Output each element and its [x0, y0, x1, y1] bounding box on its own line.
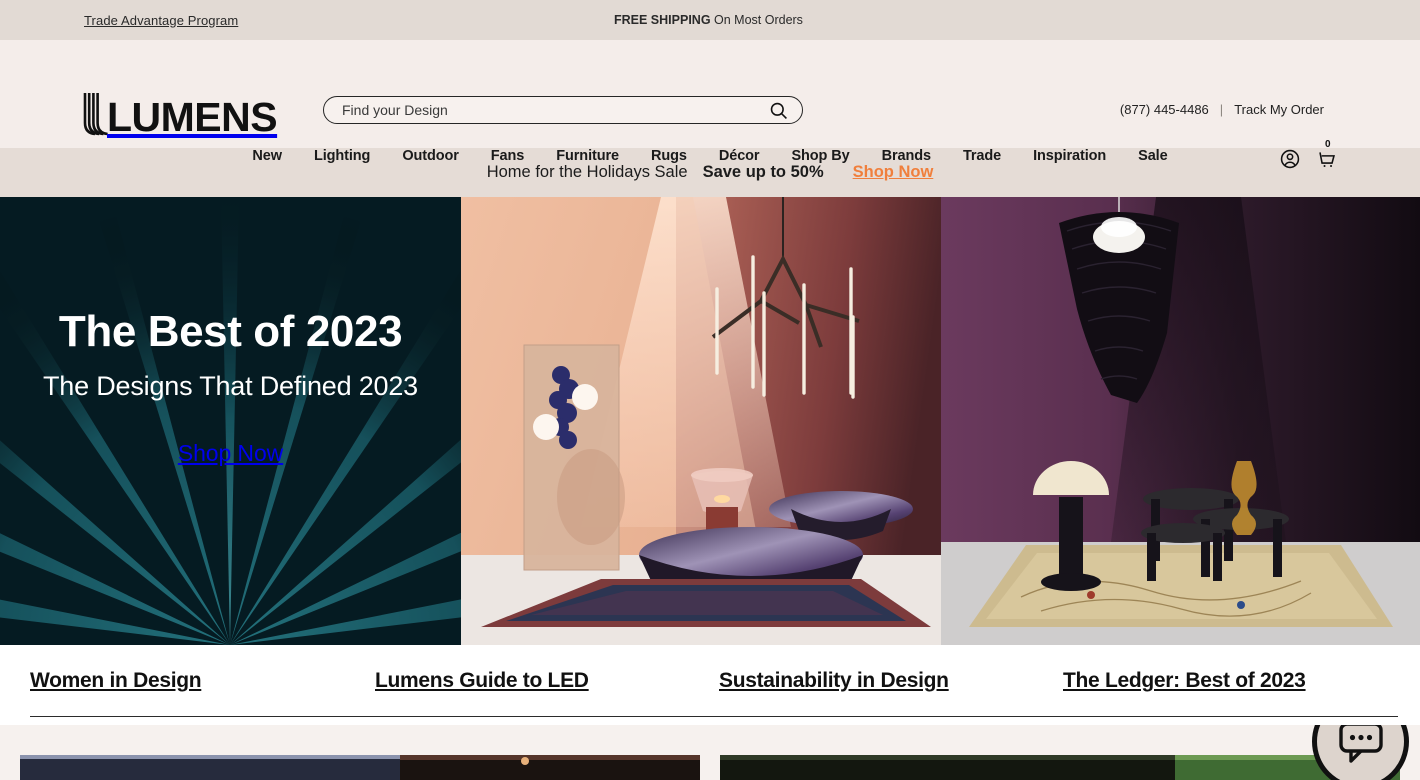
- utility-bar: Trade Advantage Program FREE SHIPPING On…: [0, 0, 1420, 40]
- trade-advantage-program-link[interactable]: Trade Advantage Program: [84, 13, 238, 28]
- search-submit-button[interactable]: [769, 101, 788, 120]
- nav-item-lighting[interactable]: Lighting: [298, 148, 386, 164]
- hero-subtitle: The Designs That Defined 2023: [43, 371, 418, 402]
- hero-panel-orange-room[interactable]: [461, 197, 941, 645]
- search-input[interactable]: [342, 102, 769, 118]
- hero-panel-best-of-2023[interactable]: The Best of 2023 The Designs That Define…: [0, 197, 461, 645]
- content-card-peek-right-image: [720, 755, 1400, 780]
- nav-item-trade[interactable]: Trade: [947, 148, 1017, 164]
- promo-shop-now-link[interactable]: Shop Now: [853, 163, 934, 182]
- free-shipping-label: FREE SHIPPING: [614, 13, 711, 27]
- track-my-order-link[interactable]: Track My Order: [1234, 102, 1324, 117]
- nav-item-furniture[interactable]: Furniture: [540, 148, 635, 164]
- search-bar[interactable]: [323, 96, 803, 124]
- content-card-peek-right[interactable]: [720, 755, 1400, 780]
- account-button[interactable]: [1279, 148, 1301, 173]
- editorial-link-the-ledger-best-of-2023[interactable]: The Ledger: Best of 2023: [1063, 669, 1306, 693]
- next-section-band: [0, 725, 1420, 780]
- nav-item-brands[interactable]: Brands: [866, 148, 947, 164]
- editorial-link-sustainability-in-design[interactable]: Sustainability in Design: [719, 669, 1063, 693]
- editorial-link-women-in-design[interactable]: Women in Design: [30, 669, 375, 693]
- free-shipping-message: FREE SHIPPING On Most Orders: [614, 13, 803, 27]
- orange-room-image: [461, 197, 941, 645]
- cart-button[interactable]: 0: [1316, 139, 1338, 173]
- editorial-link-lumens-guide-to-led[interactable]: Lumens Guide to LED: [375, 669, 719, 693]
- hero-title: The Best of 2023: [58, 307, 403, 356]
- content-card-peek-left[interactable]: [20, 755, 700, 780]
- nav-item-outdoor[interactable]: Outdoor: [386, 148, 474, 164]
- hero-shop-now-link[interactable]: Shop Now: [178, 440, 283, 467]
- purple-room-image: [941, 197, 1420, 645]
- cart-icon: [1319, 152, 1335, 167]
- nav-item-new[interactable]: New: [236, 148, 298, 164]
- lumens-logo-mark: [83, 93, 108, 136]
- free-shipping-detail: On Most Orders: [710, 13, 803, 27]
- nav-item-inspiration[interactable]: Inspiration: [1017, 148, 1122, 164]
- search-icon: [770, 102, 787, 119]
- cart-count-badge: 0: [1325, 139, 1331, 150]
- account-icon: [1280, 149, 1300, 169]
- nav-item-sale[interactable]: Sale: [1122, 148, 1183, 164]
- main-navigation: New Lighting Outdoor Fans Furniture Rugs…: [0, 148, 1420, 164]
- site-header: LUMENS (877) 445-4486 | Track My Order N…: [0, 40, 1420, 169]
- promo-offer: Save up to 50%: [702, 163, 824, 181]
- nav-item-decor[interactable]: Décor: [703, 148, 776, 164]
- phone-number-link[interactable]: (877) 445-4486: [1120, 102, 1209, 117]
- lumens-logo[interactable]: LUMENS: [82, 93, 278, 141]
- header-icon-group: 0: [1279, 139, 1338, 173]
- editorial-divider: [30, 716, 1398, 717]
- nav-item-fans[interactable]: Fans: [475, 148, 540, 164]
- editorial-links-row: Women in Design Lumens Guide to LED Sust…: [0, 645, 1420, 717]
- header-separator: |: [1219, 102, 1224, 117]
- chat-widget-button[interactable]: [1312, 725, 1409, 780]
- chat-bubble-icon: [1338, 725, 1383, 763]
- hero-section: The Best of 2023 The Designs That Define…: [0, 197, 1420, 645]
- content-card-peek-left-image: [20, 755, 700, 780]
- nav-item-shop-by[interactable]: Shop By: [775, 148, 865, 164]
- header-utility-links: (877) 445-4486 | Track My Order: [1120, 102, 1324, 117]
- nav-item-rugs[interactable]: Rugs: [635, 148, 703, 164]
- lumens-wordmark: LUMENS: [107, 94, 278, 141]
- editorial-links-section: Women in Design Lumens Guide to LED Sust…: [0, 645, 1420, 725]
- hero-panel-purple-room[interactable]: [941, 197, 1420, 645]
- promo-title: Home for the Holidays Sale: [486, 163, 688, 181]
- hero-copy: The Best of 2023 The Designs That Define…: [0, 197, 461, 645]
